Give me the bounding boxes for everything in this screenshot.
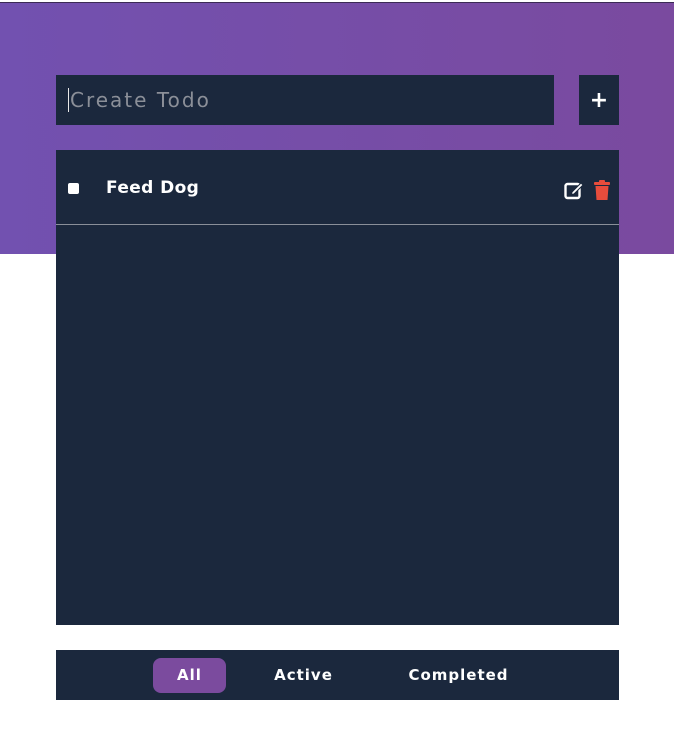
add-todo-button[interactable]: +	[579, 75, 619, 125]
edit-icon[interactable]	[564, 180, 584, 200]
filter-completed-button[interactable]: Completed	[391, 658, 526, 693]
filter-active-button[interactable]: Active	[261, 658, 346, 693]
todo-item: Feed Dog	[56, 150, 619, 225]
todo-checkbox[interactable]	[68, 183, 79, 194]
plus-icon: +	[589, 87, 609, 113]
filter-all-button[interactable]: All	[153, 658, 226, 693]
create-todo-input[interactable]: Create Todo	[56, 75, 554, 125]
todo-text: Feed Dog	[106, 178, 200, 198]
todo-list: Feed Dog	[56, 150, 619, 625]
create-todo-placeholder: Create Todo	[70, 88, 211, 112]
trash-icon[interactable]	[593, 179, 611, 201]
filter-bar: All Active Completed	[56, 650, 619, 700]
text-caret	[68, 88, 69, 112]
